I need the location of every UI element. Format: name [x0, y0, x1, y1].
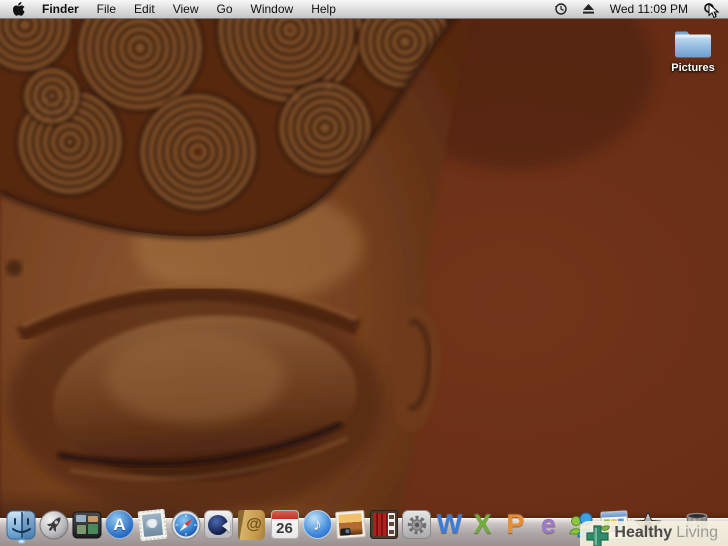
desktop-icon-pictures[interactable]: Pictures [662, 28, 724, 74]
time-machine-icon [554, 3, 567, 15]
dock-ical[interactable]: 26 [269, 509, 300, 540]
photo-booth-icon [369, 510, 398, 539]
dock-word[interactable]: W [434, 509, 465, 540]
menu-window[interactable]: Window [242, 0, 303, 18]
healthy-living-watermark: Healthy Living [580, 521, 728, 546]
itunes-note-glyph: ♪ [313, 514, 322, 534]
iphoto-icon [335, 510, 366, 539]
mail-stamp-icon [137, 508, 168, 541]
dock-app-store[interactable]: A [104, 509, 135, 540]
watermark-brand-bold: Healthy [614, 524, 673, 541]
menubar-menus: Finder File Edit View Go Window Help [0, 0, 345, 18]
desktop: Finder File Edit View Go Window Help Wed… [0, 0, 728, 546]
entourage-letter-icon: e [540, 509, 557, 539]
address-book-glyph: @ [246, 515, 262, 533]
finder-running-indicator [17, 539, 26, 544]
apple-menu[interactable] [0, 0, 33, 18]
dock-powerpoint[interactable]: P [500, 509, 531, 540]
gear-icon [402, 510, 431, 539]
safari-compass-icon [171, 510, 200, 539]
wallpaper-buddha-statue [0, 0, 728, 546]
front-row-globe-icon [204, 510, 233, 539]
menu-finder-label: Finder [42, 2, 79, 16]
dock-itunes[interactable]: ♪ [302, 509, 333, 540]
finder-icon [6, 510, 35, 539]
dock-iphoto[interactable] [335, 509, 366, 540]
menu-go[interactable]: Go [208, 0, 242, 18]
dock-excel[interactable]: X [467, 509, 498, 540]
menu-file[interactable]: File [88, 0, 125, 18]
menu-edit[interactable]: Edit [125, 0, 164, 18]
folder-icon [675, 31, 711, 58]
menu-view-label: View [172, 2, 199, 16]
dock-launchpad[interactable] [38, 509, 69, 540]
mission-control-icon [72, 511, 101, 538]
excel-letter-icon: X [473, 509, 492, 539]
menu-window-label: Window [250, 2, 294, 16]
menu-finder[interactable]: Finder [33, 0, 88, 18]
menu-help-label: Help [311, 2, 336, 16]
menu-help[interactable]: Help [302, 0, 345, 18]
menu-file-label: File [96, 2, 117, 16]
menubar: Finder File Edit View Go Window Help Wed… [0, 0, 728, 19]
calendar-icon: 26 [270, 510, 299, 539]
dock-finder[interactable] [5, 509, 36, 540]
address-book-icon: @ [238, 509, 265, 540]
apple-icon [13, 1, 25, 16]
menu-edit-label: Edit [134, 2, 155, 16]
dock-address-book[interactable]: @ [236, 509, 267, 540]
launchpad-rocket-icon [39, 510, 68, 539]
green-cross-leaf-icon [586, 525, 611, 546]
dock-safari[interactable] [170, 509, 201, 540]
watermark-brand-light: Living [676, 524, 718, 541]
dock-mission-control[interactable] [71, 509, 102, 540]
dock-entourage[interactable]: e [533, 509, 564, 540]
dock-photo-booth[interactable] [368, 509, 399, 540]
word-letter-icon: W [436, 509, 463, 539]
dock-system-preferences[interactable] [401, 509, 432, 540]
time-machine-menu[interactable] [547, 0, 575, 18]
menu-view[interactable]: View [164, 0, 208, 18]
app-store-icon: A [105, 510, 134, 539]
dock-front-row[interactable] [203, 509, 234, 540]
mouse-cursor [708, 3, 720, 19]
eject-icon [582, 4, 594, 14]
dock-mail[interactable] [137, 508, 168, 541]
menubar-status: Wed 11:09 PM [547, 0, 728, 18]
calendar-day: 26 [276, 520, 293, 537]
powerpoint-letter-icon: P [506, 509, 525, 539]
itunes-note-icon: ♪ [303, 510, 332, 539]
menubar-clock[interactable]: Wed 11:09 PM [602, 2, 696, 16]
desktop-icon-label: Pictures [671, 62, 715, 74]
app-store-letter: A [113, 514, 126, 534]
eject-menu[interactable] [575, 0, 602, 18]
menu-go-label: Go [216, 2, 233, 16]
